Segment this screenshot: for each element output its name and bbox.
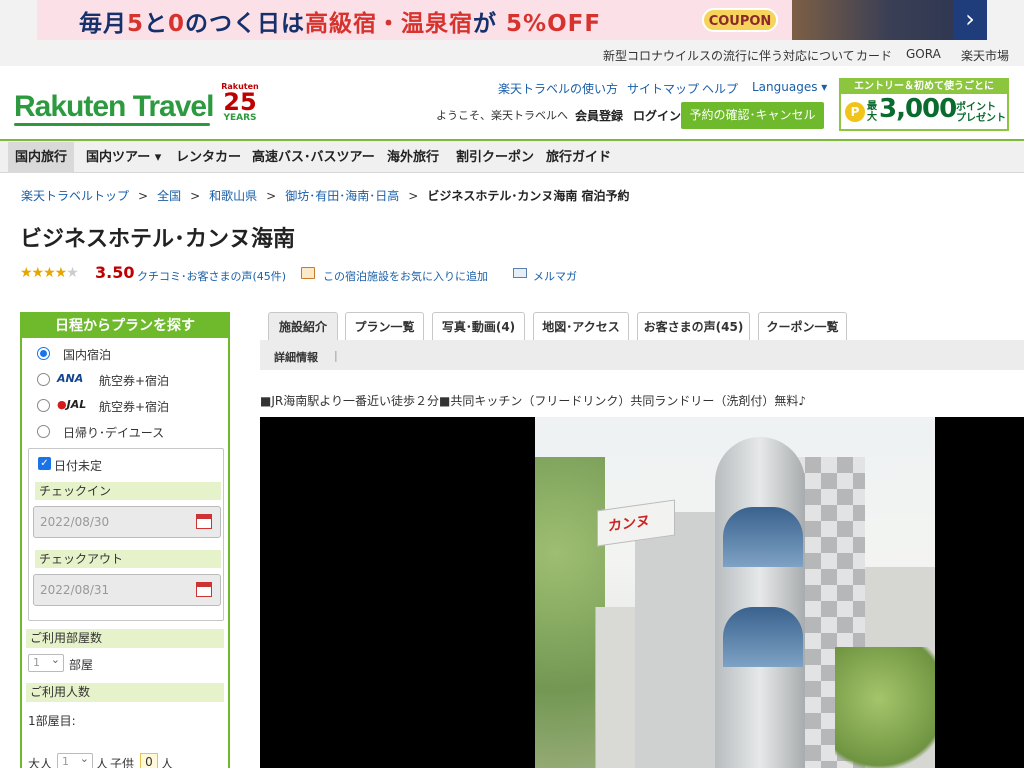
- promo-banner[interactable]: 毎月5と0のつく日は高級宿・温泉宿が 5%OFF COUPON ›: [37, 0, 987, 40]
- radio[interactable]: [37, 399, 50, 412]
- sidebar-title: 日程からプランを探す: [22, 314, 228, 338]
- subtab-details[interactable]: 詳細情報: [274, 349, 318, 365]
- photo-tree: [835, 647, 935, 768]
- chevron-right-icon[interactable]: ›: [953, 0, 987, 40]
- tab-coupons[interactable]: クーポン一覧: [758, 312, 847, 340]
- nav-rentacar[interactable]: レンタカー: [169, 142, 248, 173]
- ana-logo-icon: ANA: [57, 372, 84, 385]
- sitemap-link[interactable]: サイトマップ: [627, 80, 699, 97]
- breadcrumb-wakayama[interactable]: 和歌山県: [209, 189, 257, 203]
- room1-label: 1部屋目:: [28, 714, 76, 728]
- radio[interactable]: [37, 425, 50, 438]
- gora-link[interactable]: GORA: [906, 47, 941, 61]
- rating-row: ★★★★★ 3.50 クチコミ･お客さまの声(45件) この宿泊施設をお気に入り…: [20, 263, 620, 284]
- point-coin-icon: P: [845, 102, 865, 122]
- rooms-unit: 部屋: [69, 658, 94, 672]
- welcome-text: ようこそ、楽天トラベルへ: [436, 109, 568, 122]
- entry-promo-banner[interactable]: エントリー＆初めて使うごとに P 最大 3,000 ポイント プレゼント: [839, 78, 1009, 131]
- nav-domestic-tour[interactable]: 国内ツアー ▾: [79, 142, 168, 173]
- adult-select[interactable]: 1: [57, 751, 93, 768]
- checkout-label: チェックアウト: [35, 550, 221, 568]
- promo-points-text: ポイント プレゼント: [956, 102, 1006, 124]
- subtab-row: 詳細情報 |: [260, 340, 1024, 370]
- howto-link[interactable]: 楽天トラベルの使い方: [498, 80, 618, 97]
- breadcrumb-top[interactable]: 楽天トラベルトップ: [21, 189, 129, 203]
- nav-overseas[interactable]: 海外旅行: [380, 142, 446, 173]
- nav-guide[interactable]: 旅行ガイド: [539, 142, 618, 173]
- card-link[interactable]: カード: [856, 47, 892, 64]
- breadcrumb-all[interactable]: 全国: [157, 189, 181, 203]
- favorite-icon[interactable]: [301, 267, 315, 279]
- rooms-label: ご利用部屋数: [26, 629, 224, 648]
- main-nav: 国内旅行 国内ツアー ▾ レンタカー 高速バス･バスツアー 海外旅行 割引クーポ…: [0, 139, 1024, 173]
- add-favorite-link[interactable]: この宿泊施設をお気に入りに追加: [323, 268, 488, 284]
- tab-reviews[interactable]: お客さまの声(45): [637, 312, 750, 340]
- mailmagazine-link[interactable]: メルマガ: [533, 268, 577, 284]
- rating-score: 3.50: [95, 263, 135, 282]
- tab-photos[interactable]: 写真･動画(4): [432, 312, 525, 340]
- covid-info-link[interactable]: 新型コロナウイルスの流行に伴う対応について: [603, 47, 855, 64]
- top-banner-area: 毎月5と0のつく日は高級宿・温泉宿が 5%OFF COUPON ›: [0, 0, 1024, 40]
- rating-stars-icon: ★★★★★: [20, 265, 79, 281]
- hotel-photo-image: カンヌ: [535, 417, 935, 768]
- date-undecided-checkbox[interactable]: ✓: [38, 457, 51, 470]
- reviews-link[interactable]: クチコミ･お客さまの声(45件): [137, 268, 286, 284]
- languages-dropdown[interactable]: Languages ▾: [752, 80, 827, 94]
- subtab-separator: |: [334, 349, 338, 362]
- help-link[interactable]: ヘルプ: [702, 80, 738, 97]
- promo-top-text: エントリー＆初めて使うごとに: [841, 80, 1007, 94]
- register-link[interactable]: 会員登録: [575, 107, 623, 124]
- reservation-check-button[interactable]: 予約の確認･キャンセル: [681, 102, 824, 129]
- adult-label: 大人: [28, 757, 53, 768]
- checkin-input[interactable]: 2022/08/30: [33, 506, 221, 538]
- checkin-label: チェックイン: [35, 482, 221, 500]
- radio[interactable]: [37, 373, 50, 386]
- nav-coupon[interactable]: 割引クーポン: [449, 142, 541, 173]
- photo-building: [715, 437, 805, 768]
- calendar-icon[interactable]: [196, 582, 212, 597]
- child-label: 子供: [110, 757, 135, 768]
- promo-max-text: 最大: [867, 101, 877, 123]
- date-undecided-label: 日付未定: [54, 459, 103, 473]
- calendar-icon[interactable]: [196, 514, 212, 529]
- hotel-title: ビジネスホテル･カンヌ海南: [20, 227, 296, 252]
- login-link[interactable]: ログイン: [633, 107, 681, 124]
- tab-plans[interactable]: プラン一覧: [345, 312, 424, 340]
- nav-bus[interactable]: 高速バス･バスツアー: [245, 142, 382, 173]
- banner-coupon-badge: COUPON: [702, 8, 778, 32]
- plan-search-sidebar: 日程からプランを探す 国内宿泊 ANA 航空券+宿泊 ●JAL 航空券+宿泊 日…: [20, 312, 230, 768]
- tab-facility[interactable]: 施設紹介: [268, 312, 338, 340]
- photo-window: [723, 607, 803, 667]
- banner-text: 毎月5と0のつく日は高級宿・温泉宿が 5%OFF: [79, 11, 602, 37]
- utility-bar: 新型コロナウイルスの流行に伴う対応について カード GORA 楽天市場: [0, 40, 1024, 66]
- logo-underline: [14, 123, 210, 126]
- breadcrumb: 楽天トラベルトップ > 全国 > 和歌山県 > 御坊･有田･海南･日高 > ビジネスホテル･カン…: [21, 189, 630, 203]
- child-input[interactable]: 0: [140, 753, 158, 768]
- jal-logo-icon: ●JAL: [57, 398, 87, 411]
- promo-amount: 3,000: [879, 94, 957, 124]
- mail-icon[interactable]: [513, 268, 527, 278]
- breadcrumb-current: ビジネスホテル･カンヌ海南 宿泊予約: [427, 189, 630, 203]
- nav-domestic[interactable]: 国内旅行: [8, 142, 75, 173]
- anniversary-logo: Rakuten 25 YEARS: [221, 82, 259, 123]
- rooms-select[interactable]: 1: [28, 652, 64, 672]
- date-box: ✓ 日付未定 チェックイン 2022/08/30 チェックアウト 2022/08…: [28, 448, 224, 621]
- people-label: ご利用人数: [26, 683, 224, 702]
- tab-map[interactable]: 地図･アクセス: [533, 312, 629, 340]
- checkout-input[interactable]: 2022/08/31: [33, 574, 221, 606]
- ichiba-link[interactable]: 楽天市場: [961, 47, 1009, 64]
- breadcrumb-area[interactable]: 御坊･有田･海南･日高: [285, 189, 399, 203]
- photo-window: [723, 507, 803, 567]
- adult-unit: 人: [96, 757, 109, 768]
- child-unit: 人: [161, 757, 174, 768]
- radio-selected[interactable]: [37, 347, 50, 360]
- rakuten-travel-logo[interactable]: Rakuten Travel: [14, 90, 214, 124]
- hotel-photo[interactable]: カンヌ: [260, 417, 1024, 768]
- hotel-description: ■JR海南駅より一番近い徒歩２分■共同キッチン（フリードリンク）共同ランドリー（…: [260, 394, 806, 408]
